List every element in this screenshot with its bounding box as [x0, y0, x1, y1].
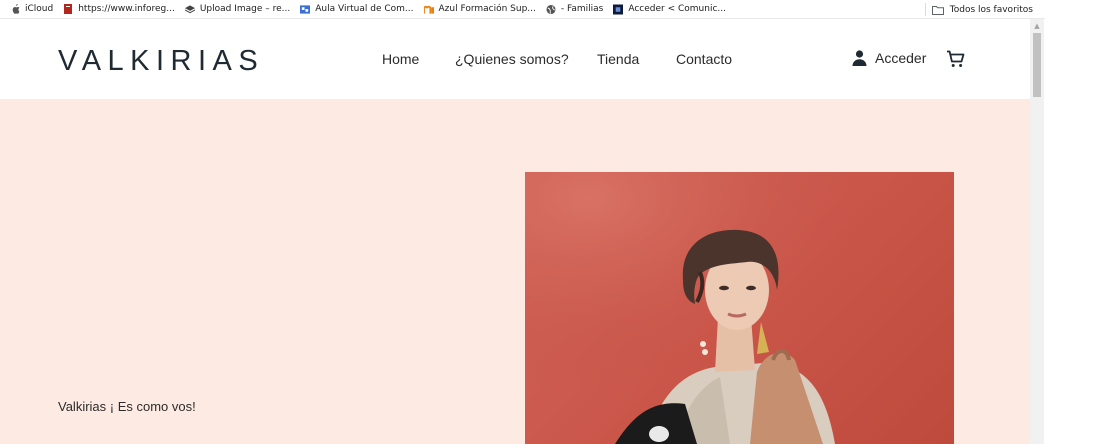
all-bookmarks-label: Todos los favoritos: [949, 4, 1033, 15]
cart-icon: [946, 50, 965, 72]
folder-icon: [931, 5, 944, 15]
apple-icon: [10, 4, 20, 14]
site-logo[interactable]: VALKIRIAS: [58, 45, 264, 78]
bookmark-inforeg[interactable]: https://www.inforeg...: [63, 4, 175, 14]
bookmarks-divider: [925, 3, 926, 16]
user-icon: [852, 50, 867, 66]
bookmark-label: - Familias: [560, 4, 604, 14]
bookmark-acceder[interactable]: Acceder < Comunic...: [613, 4, 726, 14]
bookmark-red-icon: [63, 4, 73, 14]
bookmarks-bar: iCloud https://www.inforeg... Upload Ima…: [0, 0, 1045, 19]
bookmark-familias[interactable]: - Familias: [546, 4, 603, 14]
hero-tagline: Valkirias ¡ Es como vos!: [58, 399, 196, 414]
login-link[interactable]: Acceder: [852, 50, 926, 66]
all-bookmarks-button[interactable]: Todos los favoritos: [931, 0, 1033, 19]
hero-model-illustration: [525, 172, 954, 444]
moodle-icon: [300, 4, 311, 14]
window-margin: [1044, 19, 1110, 444]
layers-icon: [184, 4, 195, 14]
hero-photo: [525, 172, 954, 444]
moodle-orange-icon: [423, 4, 434, 14]
bookmark-icloud[interactable]: iCloud: [10, 4, 53, 14]
bookmark-aula-virtual[interactable]: Aula Virtual de Com...: [300, 4, 414, 14]
site-icon: [613, 4, 624, 14]
cart-button[interactable]: [946, 50, 965, 72]
bookmark-label: iCloud: [25, 4, 54, 14]
bookmark-label: Acceder < Comunic...: [628, 4, 726, 14]
page-scrollbar[interactable]: ▲: [1030, 19, 1044, 444]
nav-quienes-somos[interactable]: ¿Quienes somos?: [455, 51, 569, 67]
login-label: Acceder: [875, 50, 927, 66]
bookmark-azul-formacion[interactable]: Azul Formación Sup...: [423, 4, 536, 14]
bookmark-label: Azul Formación Sup...: [438, 4, 536, 14]
bookmark-label: https://www.inforeg...: [78, 4, 175, 14]
site-header: VALKIRIAS Home ¿Quienes somos? Tienda Co…: [0, 19, 1030, 99]
bookmark-upload-image[interactable]: Upload Image – re...: [184, 4, 291, 14]
nav-home[interactable]: Home: [382, 51, 419, 67]
bookmark-label: Upload Image – re...: [199, 4, 291, 14]
hero-section: Valkirias ¡ Es como vos!: [0, 99, 1030, 444]
scroll-thumb[interactable]: [1033, 33, 1041, 97]
scroll-up-arrow-icon[interactable]: ▲: [1030, 19, 1044, 33]
nav-contacto[interactable]: Contacto: [676, 51, 732, 67]
globe-icon: [546, 4, 556, 14]
nav-tienda[interactable]: Tienda: [597, 51, 639, 67]
bookmark-label: Aula Virtual de Com...: [315, 4, 414, 14]
